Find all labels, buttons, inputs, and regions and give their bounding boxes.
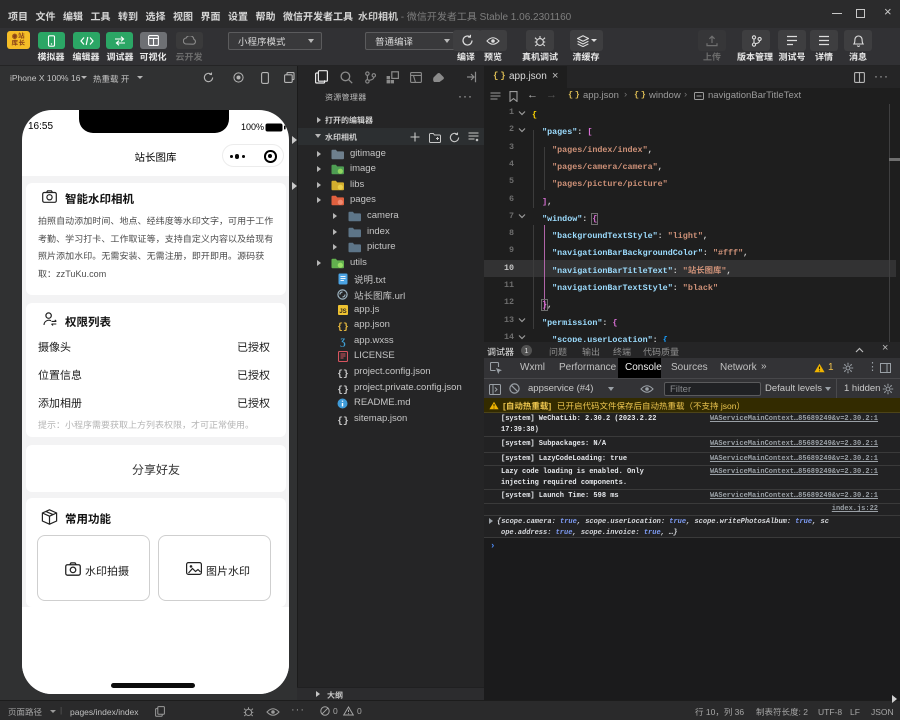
svg-text:JS: JS <box>339 308 346 314</box>
svg-text:{}: {} <box>338 415 348 425</box>
svg-text:{}: {} <box>338 368 348 378</box>
svg-text:Ʒ: Ʒ <box>340 337 345 347</box>
svg-text:{}: {} <box>338 384 348 394</box>
svg-text:{}: {} <box>338 321 348 331</box>
